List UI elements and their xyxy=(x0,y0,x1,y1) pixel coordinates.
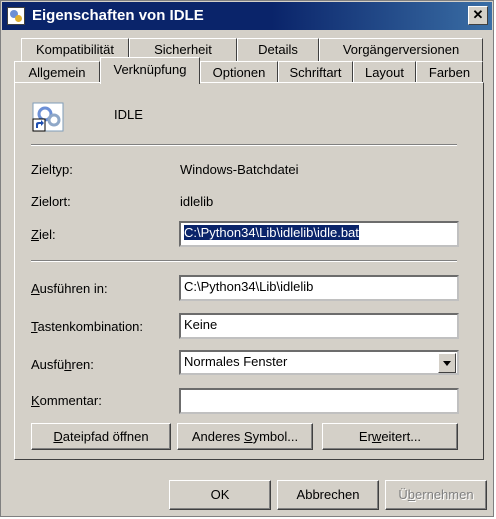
kommentar-input[interactable] xyxy=(179,388,459,414)
button-label: Er xyxy=(358,429,372,444)
tab-farben[interactable]: Farben xyxy=(416,61,483,83)
window-title: Eigenschaften von IDLE xyxy=(32,7,204,24)
tastenkombination-label: Tastenkombination: xyxy=(31,319,143,334)
label-text: iel: xyxy=(38,227,56,242)
ziel-input-value: C:\Python34\Lib\idlelib\idle.bat xyxy=(184,225,359,240)
tab-verknuepfung[interactable]: Verknüpfung xyxy=(100,57,200,84)
tab-schriftart[interactable]: Schriftart xyxy=(278,61,353,83)
zieltyp-value: Windows-Batchdatei xyxy=(180,162,299,177)
tab-allgemein[interactable]: Allgemein xyxy=(14,61,100,83)
accesskey: w xyxy=(371,429,382,444)
button-label: OK xyxy=(210,487,230,502)
tab-label: Verknüpfung xyxy=(113,62,187,77)
accesskey: Z xyxy=(31,227,39,242)
accesskey: b xyxy=(407,487,416,502)
button-label: eitert... xyxy=(381,429,422,444)
tab-label: Details xyxy=(258,42,298,57)
tab-vorgaengerversionen[interactable]: Vorgängerversionen xyxy=(319,38,483,61)
label-text: Ausfü xyxy=(31,357,65,372)
ausfuehren-label: Ausführen: xyxy=(31,357,94,372)
accesskey: K xyxy=(31,393,40,408)
accesskey: A xyxy=(31,281,40,296)
tab-label: Farben xyxy=(428,65,471,80)
button-label: Ü xyxy=(398,487,408,502)
ausfuehren-select[interactable]: Normales Fenster xyxy=(179,350,459,375)
tab-label: Optionen xyxy=(212,65,266,80)
button-label: ateipfad öffnen xyxy=(62,429,149,444)
zielort-label: Zielort: xyxy=(31,194,71,209)
ausfuehren-select-value: Normales Fenster xyxy=(184,354,288,369)
title-bar[interactable]: Eigenschaften von IDLE ✕ xyxy=(2,2,492,30)
tab-label: Sicherheit xyxy=(154,42,212,57)
ziel-input[interactable]: C:\Python34\Lib\idlelib\idle.bat xyxy=(179,221,459,247)
button-label: ernehmen xyxy=(415,487,474,502)
accesskey: D xyxy=(53,429,63,444)
chevron-down-icon[interactable] xyxy=(438,353,456,373)
label-text: ren: xyxy=(71,357,94,372)
label-text: ommentar: xyxy=(39,393,102,408)
label-text: usführen in: xyxy=(39,281,108,296)
ziel-label: Ziel: xyxy=(31,227,56,242)
zielort-value: idlelib xyxy=(180,194,214,209)
ausfuehren-in-input[interactable]: C:\Python34\Lib\idlelib xyxy=(179,275,459,301)
button-label: Abbrechen xyxy=(296,487,360,502)
kommentar-label: Kommentar: xyxy=(31,393,102,408)
button-label: ymbol... xyxy=(252,429,299,444)
tab-label: Allgemein xyxy=(28,65,86,80)
ausfuehren-in-label: Ausführen in: xyxy=(31,281,108,296)
shortcut-name: IDLE xyxy=(114,107,143,122)
tastenkombination-input[interactable]: Keine xyxy=(179,313,459,339)
tab-label: Layout xyxy=(364,65,405,80)
close-button[interactable]: ✕ xyxy=(468,6,488,25)
tab-layout[interactable]: Layout xyxy=(353,61,416,83)
zieltyp-label: Zieltyp: xyxy=(31,162,73,177)
ok-button[interactable]: OK xyxy=(169,480,271,510)
anderes-symbol-button[interactable]: Anderes Symbol... xyxy=(177,423,313,450)
abbrechen-button[interactable]: Abbrechen xyxy=(277,480,379,510)
tab-label: Schriftart xyxy=(289,65,342,80)
ausfuehren-in-value: C:\Python34\Lib\idlelib xyxy=(184,279,314,294)
properties-dialog: Eigenschaften von IDLE ✕ Kompatibilität … xyxy=(0,0,494,517)
window-icon xyxy=(7,7,25,25)
divider xyxy=(31,260,457,262)
uebernehmen-button[interactable]: Übernehmen xyxy=(385,480,487,510)
tab-label: Kompatibilität xyxy=(35,42,115,57)
shortcut-app-icon xyxy=(32,102,64,132)
button-label: Anderes xyxy=(191,429,244,444)
divider xyxy=(31,144,457,146)
erweitert-button[interactable]: Erweitert... xyxy=(322,423,458,450)
tab-details[interactable]: Details xyxy=(237,38,319,61)
dateipfad-oeffnen-button[interactable]: Dateipfad öffnen xyxy=(31,423,171,450)
tab-label: Vorgängerversionen xyxy=(342,42,460,57)
tab-optionen[interactable]: Optionen xyxy=(200,61,278,83)
label-text: astenkombination: xyxy=(37,319,144,334)
tastenkombination-value: Keine xyxy=(184,317,218,332)
accesskey: S xyxy=(243,429,253,444)
